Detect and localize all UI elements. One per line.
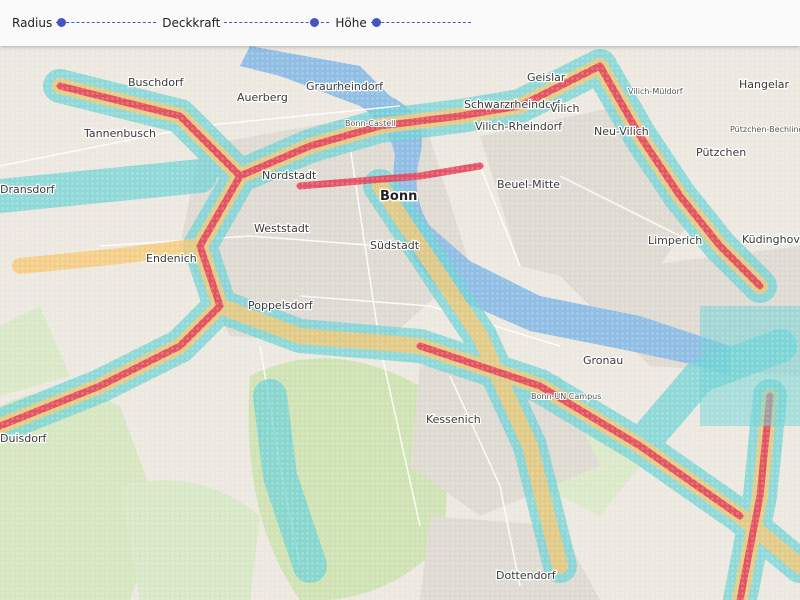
place-label: Schwarzrheindorf [464, 98, 561, 111]
place-label: Dransdorf [0, 183, 56, 196]
place-label: Vilich [550, 102, 579, 115]
layer-controls-toolbar: Radius Deckkraft Höhe [0, 0, 800, 46]
place-label: Neu-Vilich [594, 125, 649, 138]
map-svg[interactable]: Buschdorf Auerberg Graurheindorf Tannenb… [0, 46, 800, 600]
place-label: Nordstadt [262, 169, 317, 182]
place-label: Weststadt [254, 222, 310, 235]
place-label: Dottendorf [496, 569, 557, 582]
height-slider[interactable] [370, 16, 471, 30]
place-label: Geislar [527, 71, 566, 84]
height-control: Höhe [335, 16, 471, 30]
radius-label: Radius [12, 16, 53, 30]
place-label: Südstadt [370, 239, 420, 252]
place-label-bonn: Bonn [380, 189, 417, 204]
place-label: Vilich-Rheindorf [475, 120, 563, 133]
opacity-control: Deckkraft [162, 16, 330, 30]
place-label: Tannenbusch [83, 127, 156, 140]
place-label: Bonn-UN Campus [531, 392, 601, 401]
place-label: Auerberg [237, 91, 288, 104]
place-label: Endenich [146, 252, 197, 265]
opacity-label: Deckkraft [162, 16, 221, 30]
place-label: Pützchen [696, 146, 746, 159]
radius-slider-thumb[interactable] [57, 18, 67, 27]
place-label: Hangelar [739, 78, 790, 91]
place-label: Pützchen-Bechlinghoven [730, 125, 800, 134]
opacity-slider-thumb[interactable] [309, 18, 319, 27]
height-slider-thumb[interactable] [371, 18, 381, 27]
height-slider-track[interactable] [370, 22, 471, 23]
place-label: Duisdorf [0, 432, 47, 445]
radius-control: Radius [12, 16, 157, 30]
height-label: Höhe [335, 16, 367, 30]
place-label: Bonn-Castell [345, 119, 396, 128]
place-label: Limperich [648, 234, 702, 247]
opacity-slider[interactable] [224, 16, 330, 30]
radius-slider[interactable] [56, 16, 157, 30]
place-label: Vilich-Müldorf [628, 87, 683, 96]
place-label: Kessenich [426, 413, 481, 426]
map-canvas[interactable]: Buschdorf Auerberg Graurheindorf Tannenb… [0, 46, 800, 600]
place-label: Buschdorf [128, 76, 185, 89]
place-label: Küdinghoven [742, 233, 800, 246]
radius-slider-track[interactable] [56, 22, 157, 23]
place-label: Gronau [583, 354, 623, 367]
place-label: Beuel-Mitte [497, 178, 560, 191]
place-label: Poppelsdorf [248, 299, 314, 312]
place-label: Graurheindorf [306, 80, 384, 93]
